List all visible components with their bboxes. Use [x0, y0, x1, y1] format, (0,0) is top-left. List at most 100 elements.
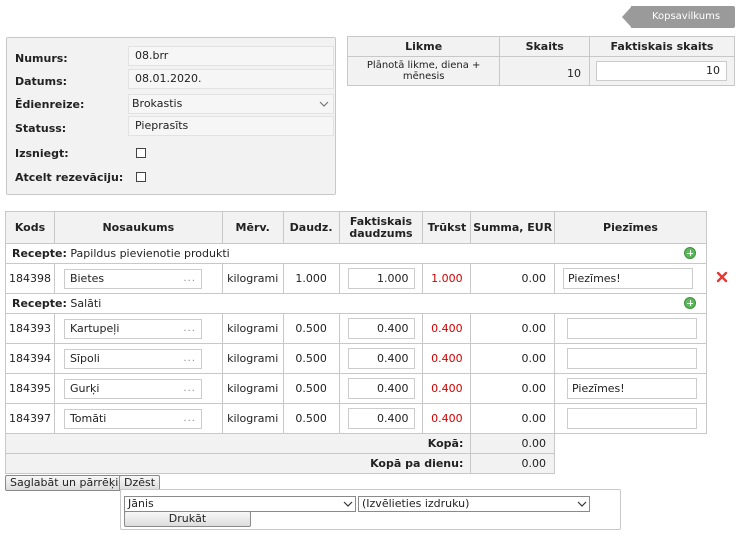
item-sum: 0.00	[470, 313, 556, 344]
item-code: 184398	[5, 263, 55, 294]
recipe-prefix: Recepte:	[12, 297, 67, 310]
item-actual-cell: 1.000	[338, 263, 424, 294]
total-label: Kopā:	[4, 433, 472, 454]
status-field: Pieprasīts	[128, 116, 334, 136]
empty-cell	[554, 453, 707, 474]
item-name-text: Kartupeļi	[69, 321, 120, 335]
print-type-select-value: (Izvēlieties izdruku)	[362, 497, 470, 510]
item-missing: 0.400	[422, 313, 472, 344]
item-name-cell: Bietes...	[53, 263, 223, 294]
item-actual-input[interactable]: 0.400	[347, 348, 415, 369]
item-note-input[interactable]: Piezīmes!	[563, 268, 694, 289]
recipe-row: Recepte: Salāti	[5, 293, 707, 314]
add-product-icon[interactable]	[684, 297, 696, 309]
item-unit: kilogrami	[221, 263, 284, 294]
item-name-picker[interactable]: ...	[183, 270, 196, 288]
rate-actual-input[interactable]: 10	[596, 61, 728, 81]
item-unit: kilogrami	[221, 343, 284, 374]
item-qty: 0.500	[282, 313, 340, 344]
item-name-input[interactable]: Gurķi...	[63, 378, 202, 399]
add-product-icon[interactable]	[684, 247, 696, 259]
day-total-value: 0.00	[470, 453, 556, 474]
number-label: Numurs:	[15, 52, 68, 65]
item-name-cell: Sīpoli...	[53, 343, 223, 374]
meal-select-value: Brokastis	[132, 97, 183, 110]
item-actual-input[interactable]: 0.400	[347, 318, 415, 339]
person-select[interactable]: Jānis	[124, 496, 356, 512]
item-unit: kilogrami	[221, 373, 284, 404]
item-actual-input[interactable]: 0.400	[347, 378, 415, 399]
table-row: 184398 Bietes... kilogrami 1.000 1.000 1…	[5, 263, 707, 294]
cancel-reservation-checkbox[interactable]	[136, 172, 146, 182]
cancel-reservation-label: Atcelt rezevāciju:	[15, 171, 124, 184]
item-name-text: Gurķi	[69, 381, 100, 395]
item-missing: 0.400	[422, 373, 472, 404]
item-name-text: Tomāti	[69, 411, 107, 425]
col-sum: Summa, EUR	[470, 211, 556, 244]
item-name-cell: Tomāti...	[53, 403, 223, 434]
date-field[interactable]: 08.01.2020.	[128, 69, 334, 89]
item-actual-cell: 0.400	[338, 343, 424, 374]
item-qty: 0.500	[282, 403, 340, 434]
table-row: 184394 Sīpoli... kilogrami 0.500 0.400 0…	[5, 343, 707, 374]
item-unit: kilogrami	[221, 403, 284, 434]
rate-count: 10	[499, 56, 591, 86]
number-field[interactable]: 08.brr	[128, 46, 334, 66]
col-notes: Piezīmes	[554, 211, 707, 244]
recipe-row: Recepte: Papildus pievienotie produkti	[5, 243, 707, 264]
item-note-cell	[554, 403, 707, 434]
item-name-cell: Kartupeļi...	[53, 313, 223, 344]
print-button[interactable]: Drukāt	[124, 511, 251, 527]
item-note-cell: Piezīmes!	[554, 263, 707, 294]
item-name-input[interactable]: Tomāti...	[63, 408, 202, 429]
meal-select[interactable]: Brokastis	[128, 94, 334, 114]
recipe-prefix: Recepte:	[12, 247, 67, 260]
item-name-picker[interactable]: ...	[183, 380, 196, 398]
chevron-down-icon	[343, 501, 353, 507]
rate-table: Likme Skaits Faktiskais skaits Plānotā l…	[346, 36, 735, 86]
status-label: Statuss:	[15, 122, 67, 135]
col-unit: Mērv.	[221, 211, 284, 244]
item-qty: 0.500	[282, 343, 340, 374]
item-name-picker[interactable]: ...	[183, 410, 196, 428]
item-name-cell: Gurķi...	[53, 373, 223, 404]
col-qty: Daudz.	[282, 211, 340, 244]
item-name-text: Sīpoli	[69, 351, 100, 365]
empty-cell	[554, 433, 707, 454]
item-qty: 0.500	[282, 373, 340, 404]
products-table: Kods Nosaukums Mērv. Daudz. Faktiskais d…	[4, 211, 707, 474]
item-name-input[interactable]: Kartupeļi...	[63, 318, 202, 339]
item-actual-input[interactable]: 0.400	[347, 408, 415, 429]
table-row: 184393 Kartupeļi... kilogrami 0.500 0.40…	[5, 313, 707, 344]
item-name-text: Bietes	[69, 271, 105, 285]
item-name-picker[interactable]: ...	[183, 350, 196, 368]
item-code: 184393	[5, 313, 55, 344]
item-code: 184394	[5, 343, 55, 374]
col-code: Kods	[5, 211, 55, 244]
item-actual-cell: 0.400	[338, 373, 424, 404]
item-name-input[interactable]: Bietes...	[63, 268, 202, 289]
item-name-input[interactable]: Sīpoli...	[63, 348, 202, 369]
issue-checkbox[interactable]	[136, 148, 146, 158]
summary-tab-button[interactable]: Kopsavilkums	[631, 6, 735, 28]
chevron-down-icon	[577, 501, 587, 507]
item-note-input[interactable]: Piezīmes!	[567, 378, 698, 399]
item-note-input[interactable]	[567, 408, 698, 429]
item-note-input[interactable]	[567, 348, 698, 369]
item-code: 184397	[5, 403, 55, 434]
rate-header-actual: Faktiskais skaits	[589, 36, 735, 57]
recipe-name: Papildus pievienotie produkti	[70, 247, 230, 260]
print-type-select[interactable]: (Izvēlieties izdruku)	[358, 496, 590, 512]
item-missing: 0.400	[422, 403, 472, 434]
recipe-name: Salāti	[70, 297, 102, 310]
rate-header-rate: Likme	[346, 36, 501, 57]
day-total-label: Kopā pa dienu:	[4, 453, 472, 474]
item-name-picker[interactable]: ...	[183, 320, 196, 338]
delete-row-icon[interactable]	[716, 271, 728, 283]
item-note-input[interactable]	[567, 318, 698, 339]
item-actual-cell: 0.400	[338, 403, 424, 434]
item-actual-input[interactable]: 1.000	[347, 268, 415, 289]
item-missing: 0.400	[422, 343, 472, 374]
rate-actual-cell: 10	[589, 56, 735, 86]
col-missing: Trūkst	[422, 211, 472, 244]
